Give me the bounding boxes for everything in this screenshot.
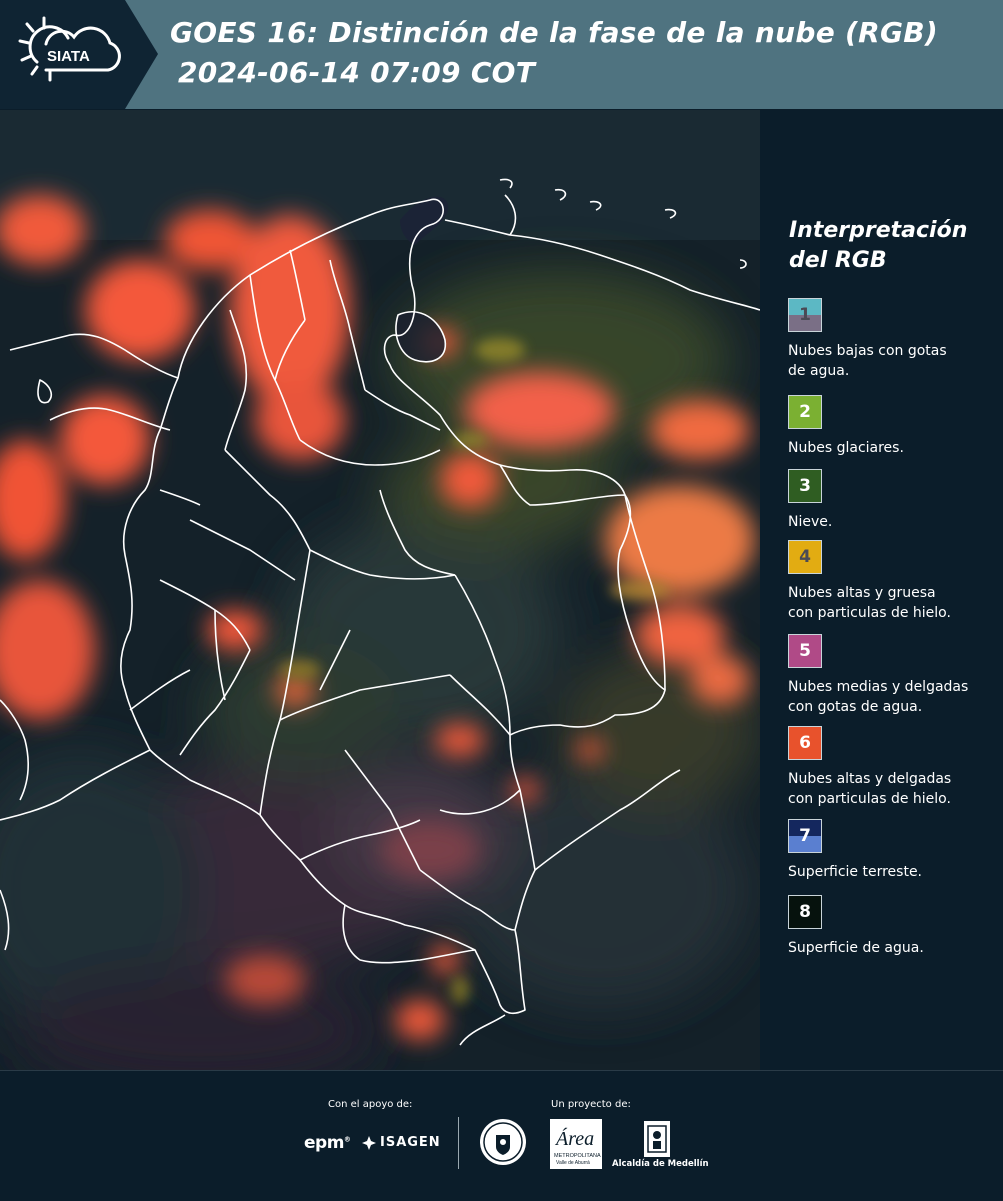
header-bar: SIATA GOES 16: Distinción de la fase de …: [0, 0, 1003, 109]
area-logo-sub2: Valle de Aburrá: [556, 1160, 590, 1166]
legend-label: Nubes altas y gruesa con particulas de h…: [788, 583, 1000, 623]
siata-logo-text: SIATA: [47, 48, 90, 65]
legend-label-line1: Superficie terreste.: [788, 864, 923, 880]
footer: Con el apoyo de: Un proyecto de: epm® IS…: [0, 1070, 1003, 1201]
medellin-logo-text: Alcaldía de Medellín: [612, 1159, 709, 1169]
legend-swatch: 7: [788, 819, 822, 853]
legend-item: 4 Nubes altas y gruesa con particulas de…: [788, 540, 1000, 623]
siata-logo: SIATA: [0, 0, 158, 109]
area-logo-text: Área: [554, 1127, 594, 1150]
project-label: Un proyecto de:: [551, 1099, 631, 1110]
map-title: GOES 16: Distinción de la fase de la nub…: [170, 16, 939, 49]
legend-number: 2: [799, 402, 811, 422]
area-metropolitana-logo: Área METROPOLITANA Valle de Aburrá: [550, 1119, 602, 1169]
epm-logo: epm®: [304, 1133, 351, 1153]
legend-label: Nubes bajas con gotas de agua.: [788, 341, 1000, 381]
legend-label-line1: Nubes altas y gruesa: [788, 585, 936, 601]
legend-swatch: 5: [788, 634, 822, 668]
legend-number: 8: [799, 902, 811, 922]
legend-item: 6 Nubes altas y delgadas con particulas …: [788, 726, 1000, 809]
map-timestamp: 2024-06-14 07:09 COT: [178, 56, 536, 89]
page: SIATA GOES 16: Distinción de la fase de …: [0, 0, 1003, 1201]
legend-number: 6: [799, 733, 811, 753]
isagen-logo: ISAGEN: [362, 1135, 441, 1150]
legend-label: Superficie terreste.: [788, 862, 1000, 882]
legend-swatch: 8: [788, 895, 822, 929]
legend-item: 2 Nubes glaciares.: [788, 395, 1000, 458]
footer-divider: [458, 1117, 459, 1169]
legend-item: 7 Superficie terreste.: [788, 819, 1000, 882]
legend-label-line2: con particulas de hielo.: [788, 605, 951, 621]
legend-label: Nubes altas y delgadas con particulas de…: [788, 769, 1000, 809]
legend-number: 4: [799, 547, 811, 567]
legend-label: Superficie de agua.: [788, 938, 1000, 958]
legend-swatch: 3: [788, 469, 822, 503]
legend-label-line1: Nubes medias y delgadas: [788, 679, 969, 695]
legend-number: 7: [799, 826, 811, 846]
legend-number: 5: [799, 641, 811, 661]
legend-label-line1: Nubes altas y delgadas: [788, 771, 952, 787]
legend-label-line1: Nubes glaciares.: [788, 440, 904, 456]
legend-item: 5 Nubes medias y delgadas con gotas de a…: [788, 634, 1000, 717]
satellite-image: [0, 110, 760, 1070]
legend-number: 1: [799, 305, 811, 325]
legend-title-line2: del RGB: [789, 248, 887, 273]
legend-item: 1 Nubes bajas con gotas de agua.: [788, 298, 1000, 381]
legend-label-line1: Superficie de agua.: [788, 940, 924, 956]
legend-label-line2: de agua.: [788, 363, 850, 379]
support-label: Con el apoyo de:: [328, 1099, 413, 1110]
isagen-icon: [362, 1135, 376, 1150]
alcaldia-medellin-logo: Alcaldía de Medellín: [612, 1119, 709, 1173]
legend-label-line2: con particulas de hielo.: [788, 791, 951, 807]
isagen-logo-text: ISAGEN: [380, 1135, 441, 1150]
legend-label: Nubes medias y delgadas con gotas de agu…: [788, 677, 1000, 717]
epm-logo-text: epm: [304, 1133, 344, 1153]
legend-item: 3 Nieve.: [788, 469, 1000, 532]
legend-number: 3: [799, 476, 811, 496]
legend-label-line2: con gotas de agua.: [788, 699, 923, 715]
legend-swatch: 2: [788, 395, 822, 429]
legend-swatch: 1: [788, 298, 822, 332]
medellin-shield-icon: [644, 1121, 670, 1157]
legend-label-line1: Nieve.: [788, 514, 833, 530]
legend-label-line1: Nubes bajas con gotas: [788, 343, 947, 359]
legend-title: Interpretación del RGB: [789, 216, 989, 276]
satellite-map: [0, 110, 760, 1070]
legend-swatch: 6: [788, 726, 822, 760]
legend-title-line1: Interpretación: [789, 218, 968, 243]
legend-label: Nubes glaciares.: [788, 438, 1000, 458]
legend-item: 8 Superficie de agua.: [788, 895, 1000, 958]
legend-swatch: 4: [788, 540, 822, 574]
seal-logo: [480, 1119, 526, 1165]
legend-label: Nieve.: [788, 512, 1000, 532]
legend-panel: Interpretación del RGB 1 Nubes bajas con…: [760, 110, 1003, 1070]
area-logo-sub: METROPOLITANA: [554, 1153, 601, 1159]
